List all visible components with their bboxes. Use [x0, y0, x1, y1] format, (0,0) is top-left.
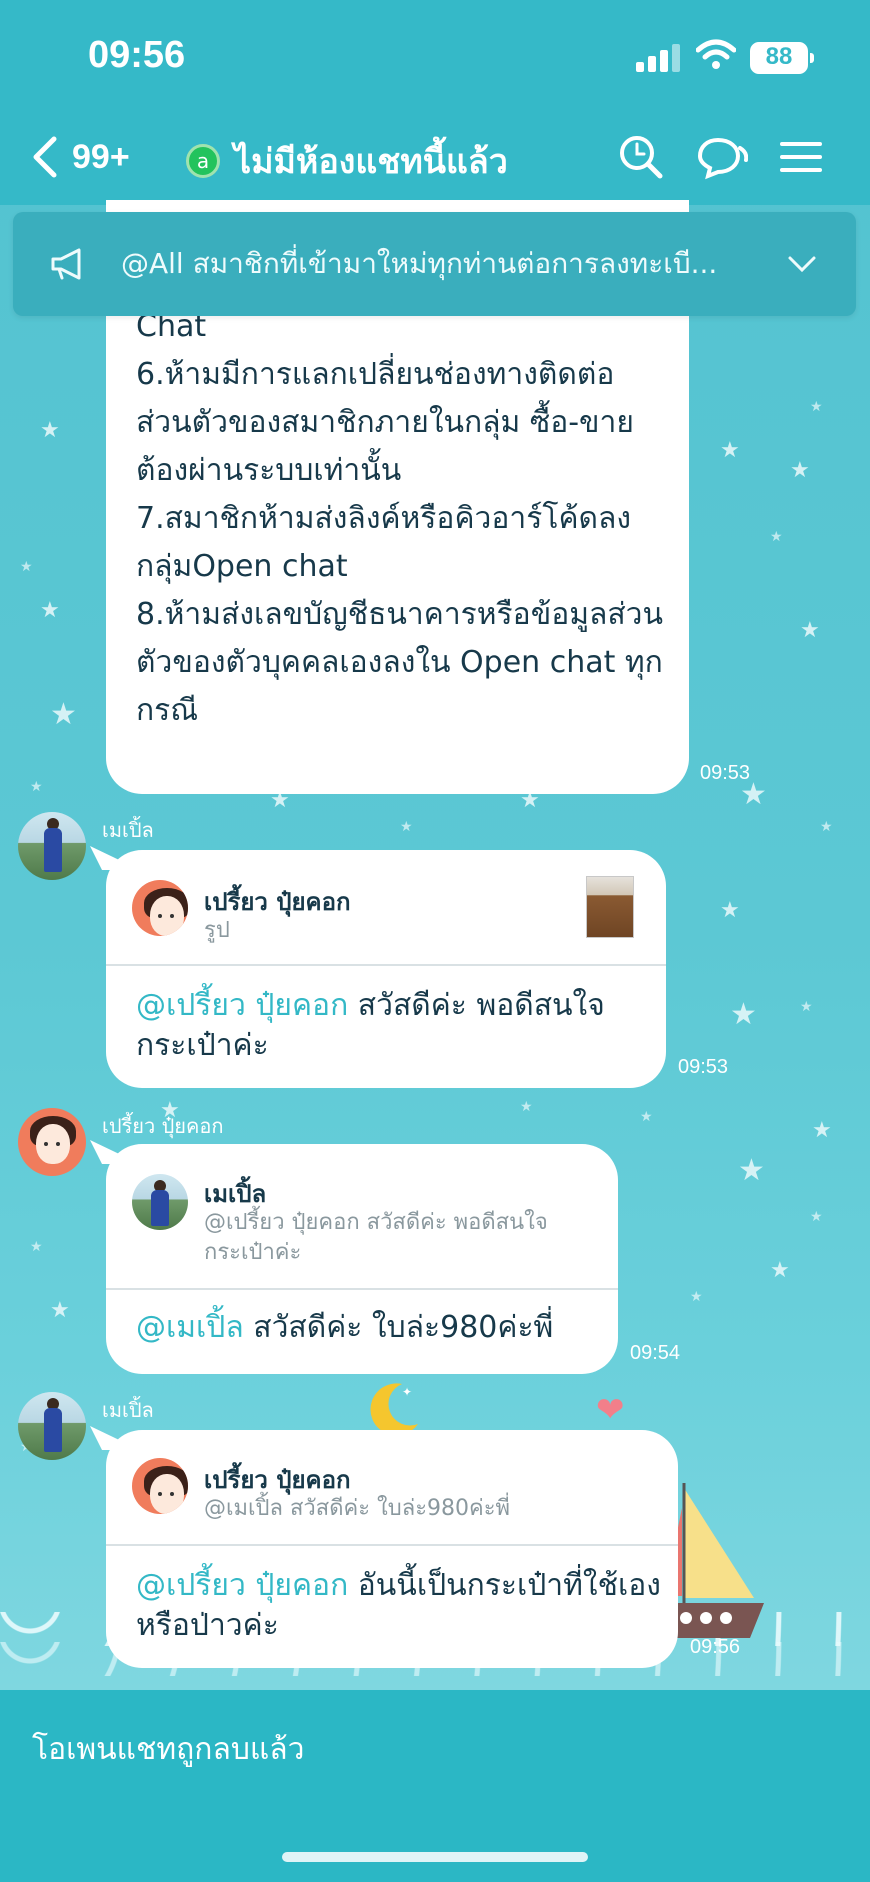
message-time: 09:53 [700, 762, 751, 784]
status-time: 09:56 [88, 34, 186, 76]
home-indicator[interactable] [282, 1852, 588, 1862]
chat-header: 99+ a ไม่มีห้องแชทนี้แล้ว [0, 110, 870, 205]
menu-icon[interactable] [776, 132, 826, 182]
message-text: @เปรี้ยว ปุ๋ยคอก สวัสดีค่ะ พอดีสนใจกระเป… [136, 986, 656, 1066]
reply-avatar [132, 1458, 188, 1514]
svg-text:✦: ✦ [402, 1385, 412, 1399]
signal-icon [636, 44, 680, 72]
wifi-icon [696, 39, 736, 69]
message-text: @เมเปิ้ล สวัสดีค่ะ ใบล่ะ980ค่ะพี่ [136, 1308, 606, 1348]
sender-name: เมเปิ้ล [102, 1398, 154, 1422]
chevron-left-icon [33, 136, 57, 178]
hearts-decoration: ❤ [596, 1390, 625, 1430]
battery-level: 88 [765, 43, 793, 70]
message-text: @เปรี้ยว ปุ๋ยคอก อันนี้เป็นกระเป๋าที่ใช้… [136, 1566, 666, 1646]
message-body: สวัสดีค่ะ ใบล่ะ980ค่ะพี่ [243, 1310, 554, 1345]
avatar[interactable] [18, 1108, 86, 1176]
boat-decoration [664, 1483, 764, 1638]
chat-title-area[interactable]: a ไม่มีห้องแชทนี้แล้ว [186, 134, 508, 188]
search-icon[interactable] [616, 132, 666, 182]
megaphone-icon [51, 248, 81, 280]
reply-avatar [132, 880, 188, 936]
mention-link[interactable]: @เปรี้ยว ปุ๋ยคอก [136, 1568, 348, 1603]
avatar[interactable] [18, 812, 86, 880]
sender-name: เมเปิ้ล [102, 818, 154, 842]
status-bar: 09:56 88 [0, 0, 870, 110]
reply-quote[interactable]: เมเปิ้ล @เปรี้ยว ปุ๋ยคอก สวัสดีค่ะ พอดีส… [106, 1144, 618, 1290]
announcement-bar[interactable]: @All สมาชิกที่เข้ามาใหม่ทุกท่านต่อการลงท… [13, 212, 856, 316]
reply-quote[interactable]: เปรี้ยว ปุ๋ยคอก รูป [106, 850, 666, 966]
battery-icon: 88 [750, 42, 814, 74]
message-bubble[interactable]: เปรี้ยว ปุ๋ยคอก @เมเปิ้ล สวัสดีค่ะ ใบล่ะ… [106, 1430, 678, 1668]
mention-link[interactable]: @เมเปิ้ล [136, 1310, 244, 1345]
chevron-down-icon[interactable] [786, 248, 818, 280]
chat-deleted-notice: โอเพนแชทถูกลบแล้ว [32, 1732, 305, 1767]
reply-preview: @เมเปิ้ล สวัสดีค่ะ ใบล่ะ980ค่ะพี่ [204, 1496, 511, 1521]
sender-name: เปรี้ยว ปุ๋ยคอก [102, 1114, 224, 1138]
message-time: 09:54 [630, 1342, 681, 1364]
chat-title: ไม่มีห้องแชทนี้แล้ว [234, 142, 508, 182]
back-button[interactable]: 99+ [28, 130, 158, 184]
reply-avatar [132, 1174, 188, 1230]
avatar[interactable] [18, 1392, 86, 1460]
announcement-text: @All สมาชิกที่เข้ามาใหม่ทุกท่านต่อการลงท… [121, 247, 718, 280]
message-bubble[interactable]: เปรี้ยว ปุ๋ยคอก รูป @เปรี้ยว ปุ๋ยคอก สวั… [106, 850, 666, 1088]
reply-quote[interactable]: เปรี้ยว ปุ๋ยคอก @เมเปิ้ล สวัสดีค่ะ ใบล่ะ… [106, 1430, 678, 1546]
message-time: 09:53 [678, 1056, 729, 1078]
message-bubble[interactable]: เมเปิ้ล @เปรี้ยว ปุ๋ยคอก สวัสดีค่ะ พอดีส… [106, 1144, 618, 1374]
mention-link[interactable]: @เปรี้ยว ปุ๋ยคอก [136, 988, 348, 1023]
open-chat-icon: a [186, 144, 220, 178]
reply-preview: รูป [204, 918, 230, 943]
chat-bubbles-icon[interactable] [698, 132, 748, 182]
message-time: 09:56 [690, 1636, 741, 1658]
reply-preview: @เปรี้ยว ปุ๋ยคอก สวัสดีค่ะ พอดีสนใจกระเป… [204, 1210, 548, 1265]
message-text: Chat 6.ห้ามมีการแลกเปลี่ยนช่องทางติดต่อส… [136, 309, 664, 728]
unread-count: 99+ [72, 137, 130, 176]
reply-image-thumbnail [586, 876, 634, 938]
